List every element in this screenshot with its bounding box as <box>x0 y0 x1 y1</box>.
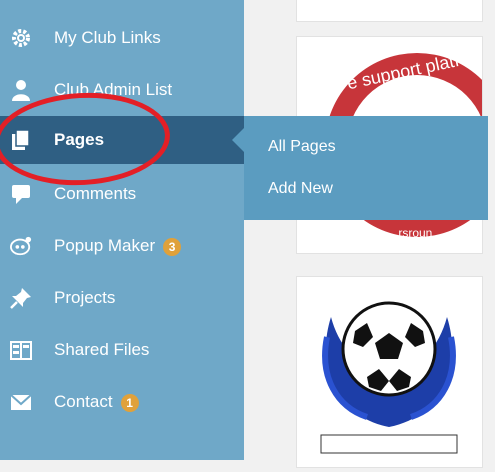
user-icon <box>10 79 32 101</box>
pin-icon <box>10 287 32 309</box>
popup-maker-label: Popup Maker <box>54 236 156 255</box>
top-logo-card <box>296 0 483 22</box>
football-club-logo-card <box>296 276 483 468</box>
sidebar-item-label: My Club Links <box>54 28 161 47</box>
sidebar-item-label: Projects <box>54 288 116 307</box>
sidebar-item-popup-maker[interactable]: Popup Maker 3 <box>0 226 244 266</box>
contact-count-badge: 1 <box>120 393 139 412</box>
sidebar-item-contact[interactable]: Contact 1 <box>0 382 244 422</box>
submenu-pointer <box>232 128 244 152</box>
gear-icon <box>10 27 32 49</box>
comment-icon <box>10 183 32 205</box>
sidebar-item-label: Comments <box>54 184 137 203</box>
sidebar-item-label: Popup Maker 3 <box>54 236 182 256</box>
contact-label: Contact <box>54 392 113 411</box>
submenu-item-add-new[interactable]: Add New <box>268 180 333 198</box>
admin-sidebar: My Club Links Club Admin List Pages Comm… <box>0 0 244 460</box>
football-club-crest <box>320 301 458 454</box>
svg-text:rsroun: rsroun <box>375 226 432 240</box>
popup-icon <box>10 235 32 257</box>
mail-icon <box>10 391 32 413</box>
sidebar-item-shared-files[interactable]: Shared Files <box>0 330 244 370</box>
files-icon <box>10 339 32 361</box>
submenu-item-all-pages[interactable]: All Pages <box>268 138 336 156</box>
pages-submenu-flyout: All Pages Add New <box>244 116 488 220</box>
popup-maker-count-badge: 3 <box>163 237 182 256</box>
sidebar-item-label: Shared Files <box>54 340 150 359</box>
sidebar-item-my-club-links[interactable]: My Club Links <box>0 18 244 58</box>
sidebar-item-label: Contact 1 <box>54 392 139 412</box>
sidebar-item-projects[interactable]: Projects <box>0 278 244 318</box>
